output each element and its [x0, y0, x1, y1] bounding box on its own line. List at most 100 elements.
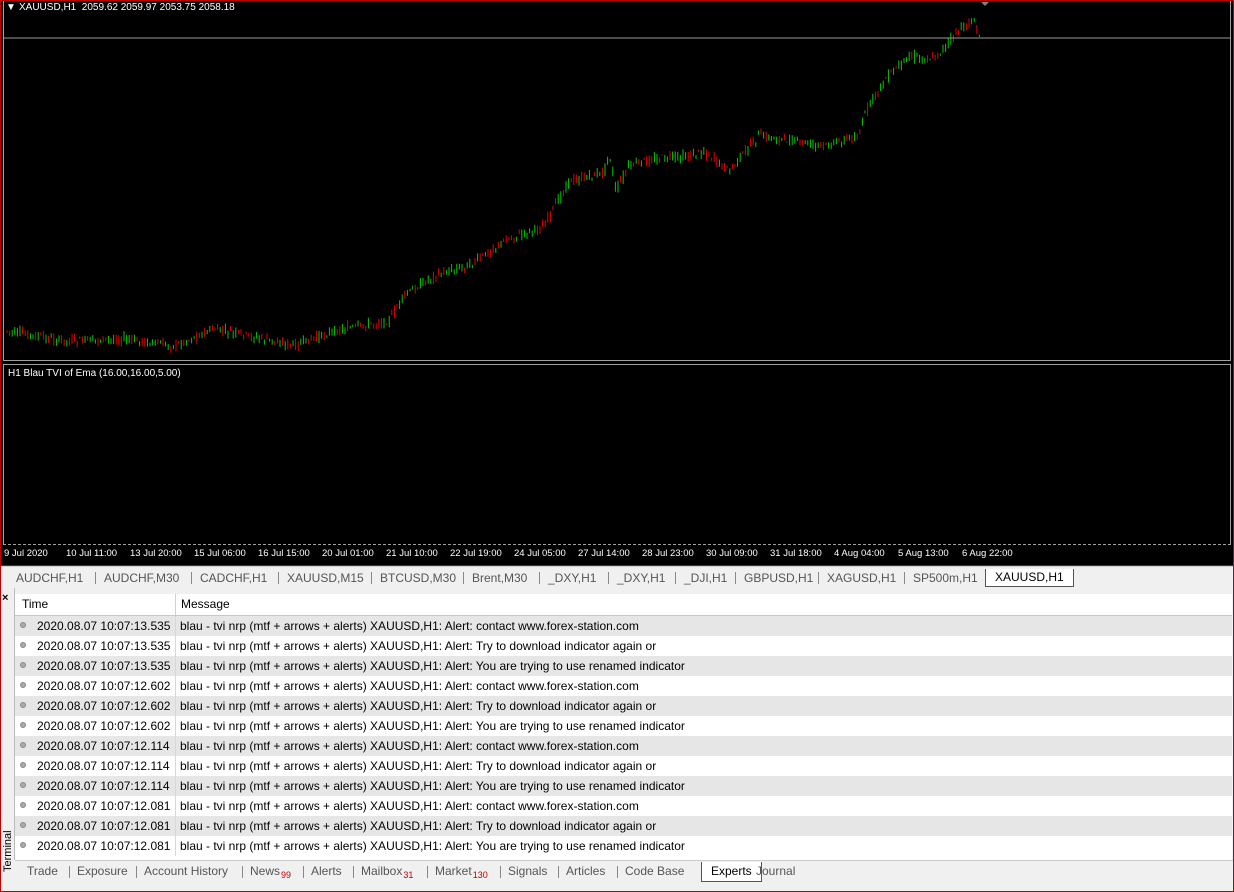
x-tick-label: 9 Jul 2020	[4, 548, 48, 559]
log-row[interactable]: 2020.08.07 10:07:12.114 blau - tvi nrp (m…	[15, 756, 1232, 776]
log-level-icon	[20, 782, 26, 788]
log-message: blau - tvi nrp (mtf + arrows + alerts) X…	[180, 739, 639, 753]
log-row[interactable]: 2020.08.07 10:07:13.535 blau - tvi nrp (m…	[15, 656, 1232, 676]
chart-tab[interactable]: XAUUSD,M15	[287, 570, 364, 586]
tab-separator	[617, 866, 618, 878]
log-row[interactable]: 2020.08.07 10:07:13.535 blau - tvi nrp (m…	[15, 616, 1232, 636]
chart-tab[interactable]: Brent,M30	[472, 570, 527, 586]
column-divider	[175, 636, 176, 656]
log-time: 2020.08.07 10:07:12.114	[37, 779, 170, 793]
log-message: blau - tvi nrp (mtf + arrows + alerts) X…	[180, 759, 657, 773]
tab-separator	[904, 572, 905, 584]
terminal-tab[interactable]: News99	[250, 864, 291, 880]
x-tick-label: 16 Jul 15:00	[258, 548, 310, 559]
x-tick-label: 21 Jul 10:00	[386, 548, 438, 559]
x-tick-label: 27 Jul 14:00	[578, 548, 630, 559]
terminal-tab[interactable]: Alerts	[311, 864, 342, 878]
chart-tab[interactable]: CADCHF,H1	[200, 570, 267, 586]
x-tick-label: 4 Aug 04:00	[834, 548, 885, 559]
log-message: blau - tvi nrp (mtf + arrows + alerts) X…	[180, 719, 685, 733]
log-message: blau - tvi nrp (mtf + arrows + alerts) X…	[180, 639, 657, 653]
terminal-tab[interactable]: Journal	[756, 864, 795, 878]
tab-separator	[818, 572, 819, 584]
log-time: 2020.08.07 10:07:12.081	[37, 799, 171, 813]
terminal-tab-label: Journal	[756, 864, 796, 878]
terminal-tab[interactable]: Code Base	[625, 864, 684, 878]
column-divider	[175, 676, 176, 696]
log-row[interactable]: 2020.08.07 10:07:12.114 blau - tvi nrp (m…	[15, 776, 1232, 796]
log-row[interactable]: 2020.08.07 10:07:12.081 blau - tvi nrp (m…	[15, 836, 1232, 856]
x-tick-label: 5 Aug 13:00	[898, 548, 949, 559]
log-level-icon	[20, 682, 26, 688]
frame-edge	[0, 566, 1, 892]
terminal-tab-label: News	[250, 864, 281, 878]
log-row[interactable]: 2020.08.07 10:07:12.602 blau - tvi nrp (m…	[15, 716, 1232, 736]
terminal-tab[interactable]: Trade	[27, 864, 58, 878]
log-row[interactable]: 2020.08.07 10:07:12.114 blau - tvi nrp (m…	[15, 736, 1232, 756]
chart-tab[interactable]: BTCUSD,M30	[380, 570, 456, 586]
chart-tab[interactable]: AUDCHF,H1	[16, 570, 83, 586]
column-divider[interactable]	[175, 594, 176, 615]
chart-tab[interactable]: _DJI,H1	[684, 570, 727, 586]
column-header-message[interactable]: Message	[181, 597, 230, 611]
terminal-tab[interactable]: Exposure	[77, 864, 128, 878]
log-message: blau - tvi nrp (mtf + arrows + alerts) X…	[180, 699, 657, 713]
terminal-tab-label: Signals	[508, 864, 548, 878]
terminal-tab[interactable]: Account History	[144, 864, 228, 878]
terminal-tab[interactable]: Articles	[566, 864, 605, 878]
tab-separator	[303, 866, 304, 878]
log-message: blau - tvi nrp (mtf + arrows + alerts) X…	[180, 619, 639, 633]
indicator-pane[interactable]	[3, 364, 1231, 545]
x-tick-label: 28 Jul 23:00	[642, 548, 694, 559]
chart-shift-marker-icon[interactable]	[981, 2, 989, 6]
log-row[interactable]: 2020.08.07 10:07:12.081 blau - tvi nrp (m…	[15, 816, 1232, 836]
column-divider	[175, 696, 176, 716]
chart-tab[interactable]: AUDCHF,M30	[104, 570, 179, 586]
terminal-tab[interactable]: Market130	[435, 864, 488, 880]
terminal-tab-label: Articles	[566, 864, 606, 878]
log-row[interactable]: 2020.08.07 10:07:12.081 blau - tvi nrp (m…	[15, 796, 1232, 816]
terminal-side-bar	[0, 588, 15, 860]
x-tick-label: 24 Jul 05:00	[514, 548, 566, 559]
terminal-tab-label: Trade	[27, 864, 58, 878]
column-divider	[175, 756, 176, 776]
chart-tab[interactable]: _DXY,H1	[617, 570, 665, 586]
log-level-icon	[20, 742, 26, 748]
chart-tab[interactable]: _DXY,H1	[548, 570, 596, 586]
column-divider	[175, 796, 176, 816]
column-header-time[interactable]: Time	[22, 597, 48, 611]
log-row[interactable]: 2020.08.07 10:07:13.535 blau - tvi nrp (m…	[15, 636, 1232, 656]
x-tick-label: 10 Jul 11:00	[66, 548, 118, 559]
symbol-info: XAUUSD,H1 2059.62 2059.97 2053.75 2058.1…	[19, 2, 235, 13]
chart-tab[interactable]: GBPUSD,H1	[744, 570, 813, 586]
log-list[interactable]: 2020.08.07 10:07:13.535 blau - tvi nrp (m…	[15, 616, 1232, 860]
tab-separator	[500, 866, 501, 878]
tab-separator	[735, 572, 736, 584]
log-level-icon	[20, 842, 26, 848]
log-level-icon	[20, 722, 26, 728]
chart-tab[interactable]: SP500m,H1	[913, 570, 978, 586]
log-row[interactable]: 2020.08.07 10:07:12.602 blau - tvi nrp (m…	[15, 676, 1232, 696]
price-chart-pane[interactable]	[3, 0, 1231, 361]
x-tick-label: 20 Jul 01:00	[322, 548, 374, 559]
terminal-tab[interactable]: Mailbox31	[361, 864, 413, 880]
tab-separator	[136, 866, 137, 878]
column-divider	[175, 836, 176, 856]
log-row[interactable]: 2020.08.07 10:07:12.602 blau - tvi nrp (m…	[15, 696, 1232, 716]
log-time: 2020.08.07 10:07:13.535	[37, 619, 171, 633]
collapse-arrow-icon[interactable]: ▼	[6, 2, 16, 13]
log-time: 2020.08.07 10:07:12.114	[37, 739, 170, 753]
candlestick-chart[interactable]	[4, 1, 1230, 360]
tab-separator	[242, 866, 243, 878]
log-level-icon	[20, 622, 26, 628]
chart-tab[interactable]: XAGUSD,H1	[827, 570, 896, 586]
terminal-tab[interactable]: Experts	[701, 862, 762, 882]
log-message: blau - tvi nrp (mtf + arrows + alerts) X…	[180, 799, 639, 813]
terminal-tab[interactable]: Signals	[508, 864, 547, 878]
x-tick-label: 6 Aug 22:00	[962, 548, 1013, 559]
close-icon[interactable]: ×	[2, 592, 8, 604]
log-message: blau - tvi nrp (mtf + arrows + alerts) X…	[180, 679, 639, 693]
chart-tab[interactable]: XAUUSD,H1	[985, 569, 1074, 587]
tab-separator	[463, 572, 464, 584]
log-time: 2020.08.07 10:07:12.602	[37, 719, 171, 733]
